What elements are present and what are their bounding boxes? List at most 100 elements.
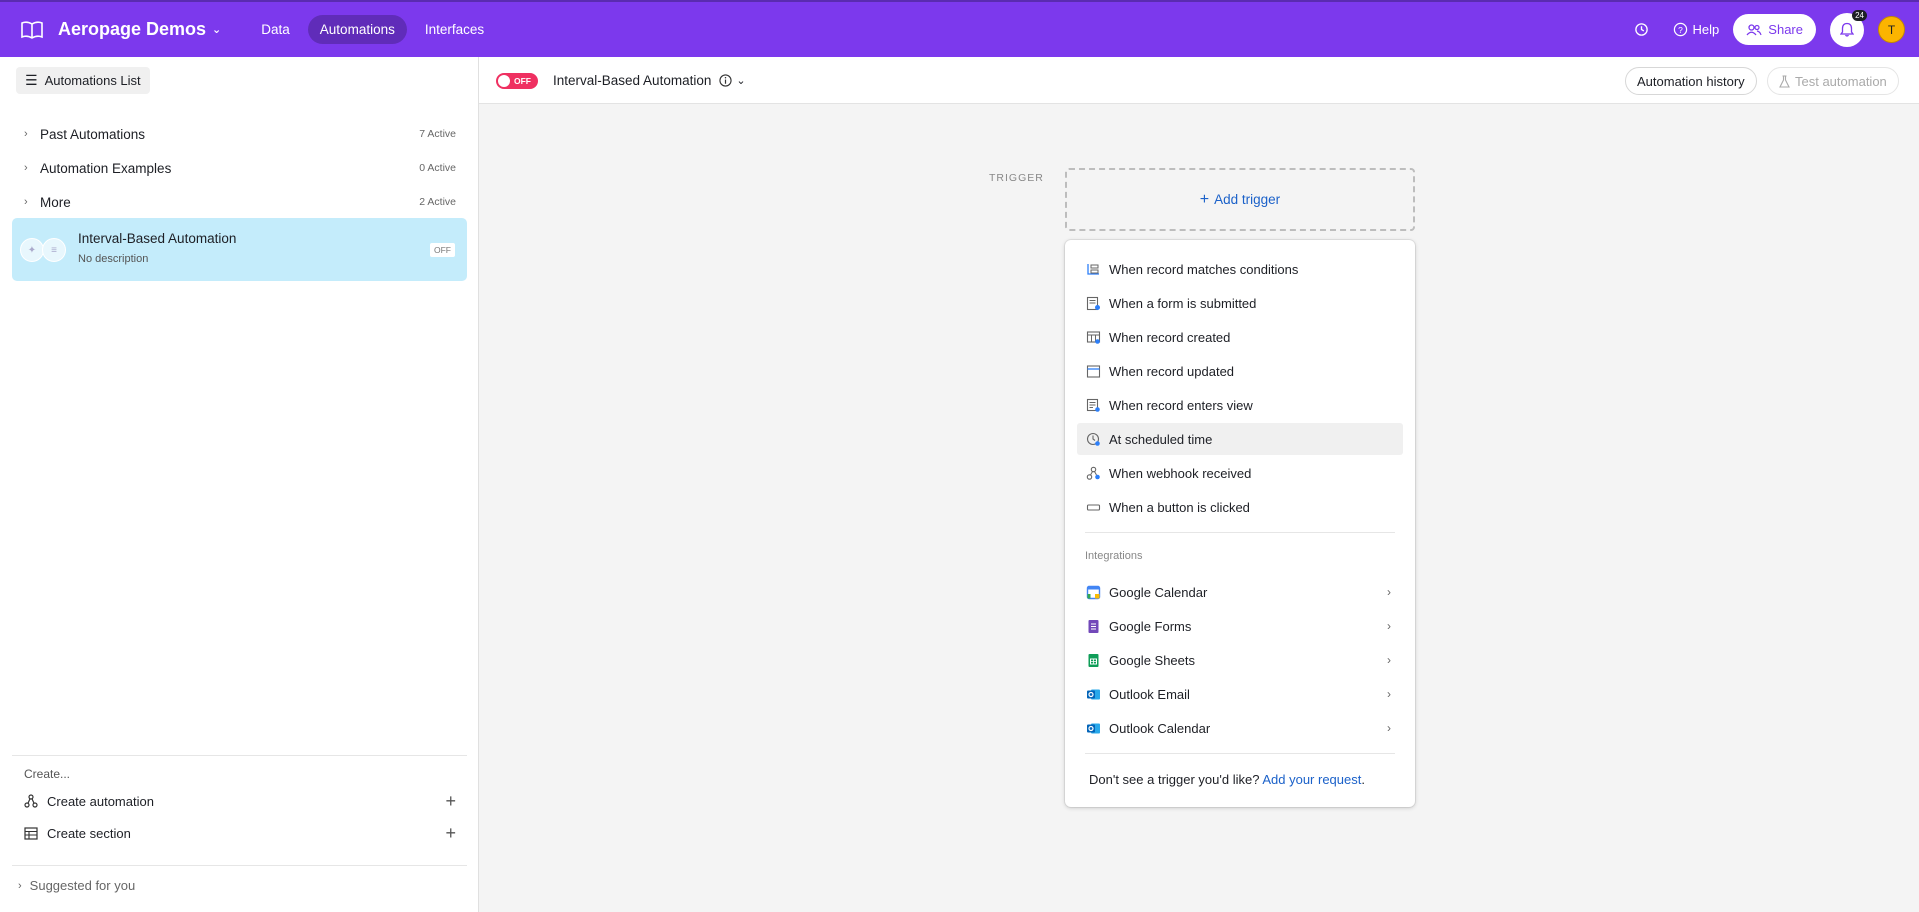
trigger-option-record-updated[interactable]: When record updated bbox=[1077, 355, 1403, 387]
create-automation-label: Create automation bbox=[47, 793, 154, 809]
section-past-automations[interactable]: › Past Automations 7 Active bbox=[0, 117, 479, 151]
action-step-icon: ≡ bbox=[42, 238, 66, 262]
trigger-option-scheduled-time[interactable]: At scheduled time bbox=[1077, 423, 1403, 455]
trigger-option-label: When webhook received bbox=[1109, 465, 1252, 481]
automation-step-icons: ✦ ≡ bbox=[20, 238, 70, 262]
trigger-option-record-matches[interactable]: When record matches conditions bbox=[1077, 253, 1403, 285]
google-sheets-icon bbox=[1085, 652, 1101, 668]
trigger-option-label: At scheduled time bbox=[1109, 431, 1213, 447]
footer-text: Don't see a trigger you'd like? bbox=[1089, 772, 1260, 787]
top-bar: Aeropage Demos ⌄ Data Automations Interf… bbox=[0, 0, 1919, 57]
nav-interfaces[interactable]: Interfaces bbox=[413, 15, 496, 44]
trigger-request-footer: Don't see a trigger you'd like? Add your… bbox=[1089, 772, 1365, 787]
section-active-count: 0 Active bbox=[419, 162, 456, 174]
form-icon bbox=[1085, 295, 1101, 311]
help-label: Help bbox=[1692, 22, 1720, 37]
integration-google-sheets[interactable]: Google Sheets › bbox=[1077, 644, 1403, 676]
automation-history-button[interactable]: Automation history bbox=[1625, 67, 1757, 95]
integrations-heading: Integrations bbox=[1085, 550, 1143, 562]
integration-label: Google Sheets bbox=[1109, 652, 1196, 668]
create-section-label: Create section bbox=[47, 825, 131, 841]
outlook-email-icon bbox=[1085, 686, 1101, 702]
chevron-right-icon: › bbox=[24, 128, 28, 140]
book-icon[interactable] bbox=[20, 18, 44, 42]
section-active-count: 7 Active bbox=[419, 128, 456, 140]
section-list: › Past Automations 7 Active › Automation… bbox=[0, 117, 479, 219]
integration-outlook-email[interactable]: Outlook Email › bbox=[1077, 678, 1403, 710]
google-forms-icon bbox=[1085, 618, 1101, 634]
button-icon bbox=[1085, 499, 1101, 515]
automations-list-label: Automations List bbox=[44, 73, 141, 88]
chevron-right-icon: › bbox=[1387, 619, 1391, 633]
trigger-step-icon: ✦ bbox=[20, 238, 44, 262]
automation-header: OFF Interval-Based Automation ⌄ Automati… bbox=[479, 57, 1919, 104]
integration-label: Google Calendar bbox=[1109, 584, 1208, 600]
trigger-picker-dropdown: When record matches conditions When a fo… bbox=[1065, 240, 1415, 807]
nav-automations[interactable]: Automations bbox=[307, 15, 407, 44]
notification-count-badge: 24 bbox=[1852, 9, 1867, 21]
add-trigger-button[interactable]: + Add trigger bbox=[1065, 168, 1415, 231]
automation-description: No description bbox=[78, 253, 149, 265]
nav-data[interactable]: Data bbox=[249, 15, 302, 44]
divider bbox=[1085, 532, 1395, 533]
chevron-right-icon: › bbox=[1387, 721, 1391, 735]
create-heading: Create... bbox=[24, 767, 71, 781]
base-name: Aeropage Demos bbox=[58, 19, 207, 39]
trigger-option-form-submitted[interactable]: When a form is submitted bbox=[1077, 287, 1403, 319]
automations-sidebar: ☰ Automations List › Past Automations 7 … bbox=[0, 57, 479, 912]
view-icon bbox=[1085, 397, 1101, 413]
plus-icon: + bbox=[445, 790, 456, 811]
history-button[interactable] bbox=[1634, 22, 1649, 37]
add-request-link[interactable]: Add your request bbox=[1262, 772, 1361, 787]
section-more[interactable]: › More 2 Active bbox=[0, 185, 479, 219]
trigger-option-label: When a form is submitted bbox=[1109, 295, 1257, 311]
trigger-option-label: When record created bbox=[1109, 329, 1231, 345]
integration-outlook-calendar[interactable]: Outlook Calendar › bbox=[1077, 712, 1403, 744]
suggested-for-you-toggle[interactable]: › Suggested for you bbox=[12, 865, 467, 905]
trigger-option-label: When record updated bbox=[1109, 363, 1235, 379]
section-automation-examples[interactable]: › Automation Examples 0 Active bbox=[0, 151, 479, 185]
help-button[interactable]: ? Help bbox=[1673, 22, 1720, 37]
chevron-down-icon[interactable]: ⌄ bbox=[736, 74, 745, 87]
info-icon[interactable] bbox=[719, 74, 732, 87]
base-name-menu[interactable]: Aeropage Demos ⌄ bbox=[58, 19, 221, 40]
help-icon: ? bbox=[1673, 22, 1687, 37]
share-button[interactable]: Share bbox=[1733, 14, 1816, 45]
trigger-option-record-created[interactable]: When record created bbox=[1077, 321, 1403, 353]
integration-label: Google Forms bbox=[1109, 618, 1192, 634]
test-automation-button[interactable]: Test automation bbox=[1767, 67, 1899, 95]
automation-icon bbox=[24, 794, 38, 808]
outlook-calendar-icon bbox=[1085, 720, 1101, 736]
clock-icon bbox=[1085, 431, 1101, 447]
table-icon bbox=[24, 826, 38, 840]
top-right-controls: ? Help Share 24 T bbox=[1634, 2, 1905, 57]
integration-label: Outlook Calendar bbox=[1109, 720, 1211, 736]
automation-name-menu[interactable]: Interval-Based Automation ⌄ bbox=[553, 73, 746, 88]
share-label: Share bbox=[1768, 22, 1803, 37]
trigger-option-label: When a button is clicked bbox=[1109, 499, 1250, 515]
automations-list-toggle[interactable]: ☰ Automations List bbox=[16, 67, 150, 94]
suggested-label: Suggested for you bbox=[29, 878, 136, 893]
record-updated-icon bbox=[1085, 363, 1101, 379]
create-automation-button[interactable]: Create automation + bbox=[24, 789, 464, 813]
automation-status-badge: OFF bbox=[430, 243, 455, 257]
bell-icon bbox=[1840, 22, 1854, 37]
section-name: More bbox=[40, 194, 71, 210]
conditions-icon bbox=[1085, 261, 1101, 277]
trigger-option-button-clicked[interactable]: When a button is clicked bbox=[1077, 491, 1403, 523]
avatar[interactable]: T bbox=[1878, 16, 1905, 43]
chevron-right-icon: › bbox=[24, 196, 28, 208]
integration-google-calendar[interactable]: Google Calendar › bbox=[1077, 576, 1403, 608]
automation-on-off-toggle[interactable]: OFF bbox=[496, 73, 538, 89]
trigger-option-webhook[interactable]: When webhook received bbox=[1077, 457, 1403, 489]
trigger-option-label: When record enters view bbox=[1109, 397, 1253, 413]
notifications-button[interactable]: 24 bbox=[1830, 9, 1867, 47]
trigger-option-record-enters-view[interactable]: When record enters view bbox=[1077, 389, 1403, 421]
selected-automation-card[interactable]: ✦ ≡ Interval-Based Automation No descrip… bbox=[12, 218, 467, 281]
section-active-count: 2 Active bbox=[419, 196, 456, 208]
automation-name: Interval-Based Automation bbox=[553, 73, 712, 88]
add-trigger-label: Add trigger bbox=[1214, 192, 1281, 207]
integration-google-forms[interactable]: Google Forms › bbox=[1077, 610, 1403, 642]
record-created-icon bbox=[1085, 329, 1101, 345]
create-section-button[interactable]: Create section + bbox=[24, 821, 464, 845]
